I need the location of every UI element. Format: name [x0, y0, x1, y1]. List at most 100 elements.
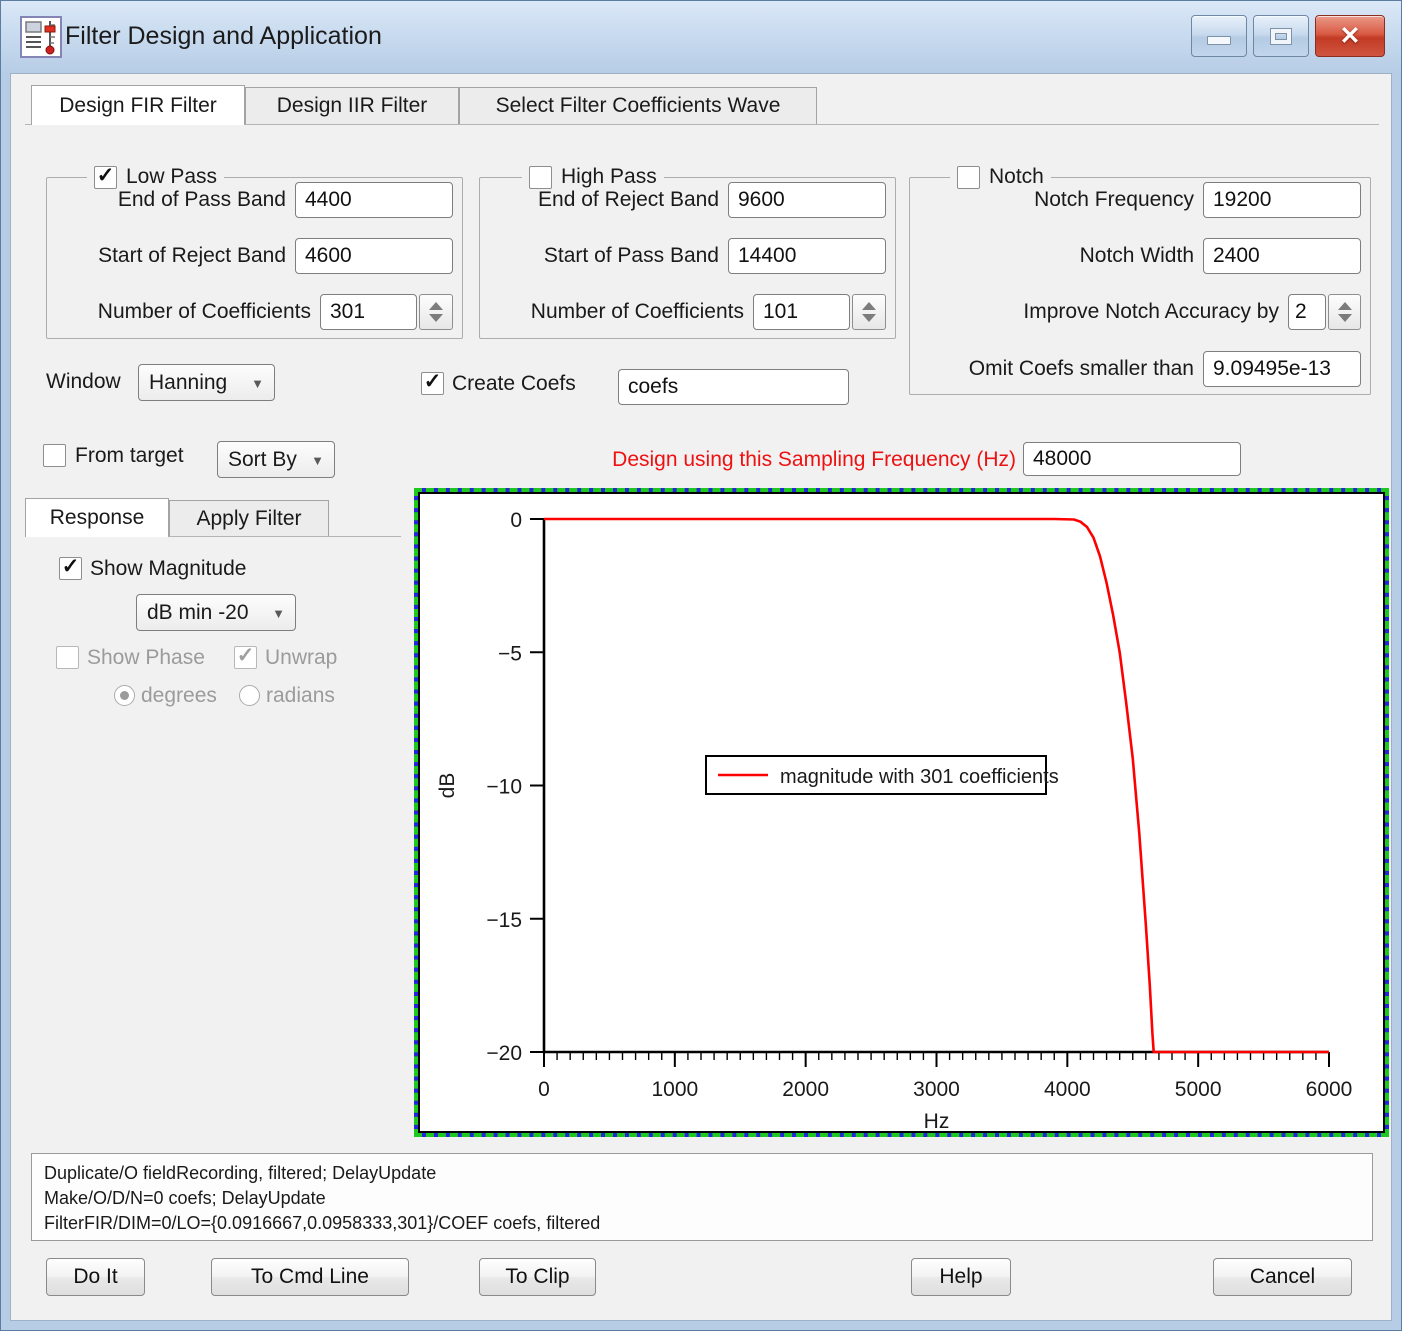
- minimize-button[interactable]: [1191, 15, 1247, 57]
- notch-accuracy-input[interactable]: [1288, 294, 1326, 330]
- hp-num-coefficients-spinner[interactable]: [852, 294, 886, 330]
- button-label: Help: [939, 1265, 982, 1289]
- dialog-window: Filter Design and Application ✕ Design F…: [0, 0, 1402, 1331]
- spin-up-icon[interactable]: [429, 302, 443, 310]
- notch-frequency-input[interactable]: [1203, 182, 1361, 218]
- end-of-reject-band-input[interactable]: [728, 182, 886, 218]
- from-target-checkbox[interactable]: [43, 444, 66, 467]
- window-title: Filter Design and Application: [65, 22, 382, 51]
- svg-text:−10: −10: [486, 776, 522, 799]
- radians-radio[interactable]: [239, 685, 260, 706]
- command-line: Duplicate/O fieldRecording, filtered; De…: [44, 1161, 1360, 1186]
- svg-text:0: 0: [510, 509, 522, 532]
- maximize-button[interactable]: [1253, 15, 1309, 57]
- start-of-pass-band-input[interactable]: [728, 238, 886, 274]
- spin-down-icon[interactable]: [429, 314, 443, 322]
- tab-label: Design IIR Filter: [277, 94, 428, 118]
- command-line: FilterFIR/DIM=0/LO={0.0916667,0.0958333,…: [44, 1211, 1360, 1236]
- tab-design-iir-filter[interactable]: Design IIR Filter: [245, 87, 459, 124]
- spin-down-icon[interactable]: [1338, 314, 1352, 322]
- window-dropdown-value: Hanning: [149, 371, 227, 395]
- field-label: Number of Coefficients: [489, 300, 744, 324]
- tab-label: Apply Filter: [196, 507, 301, 531]
- field-label: Notch Width: [919, 244, 1194, 268]
- button-label: Do It: [73, 1265, 117, 1289]
- lp-num-coefficients-input[interactable]: [320, 294, 417, 330]
- svg-text:Hz: Hz: [924, 1110, 950, 1131]
- tab-apply-filter[interactable]: Apply Filter: [169, 500, 329, 536]
- tab-select-filter-coefficients-wave[interactable]: Select Filter Coefficients Wave: [459, 87, 817, 124]
- field-label: End of Reject Band: [489, 188, 719, 212]
- notch-accuracy-spinner[interactable]: [1328, 294, 1361, 330]
- do-it-button[interactable]: Do It: [46, 1258, 145, 1296]
- svg-text:1000: 1000: [651, 1078, 698, 1101]
- chevron-down-icon: ▼: [272, 606, 285, 621]
- chart-frame: 01000200030004000500060000−5−10−15−20Hzd…: [418, 492, 1385, 1133]
- unwrap-checkbox[interactable]: ✓: [234, 646, 257, 669]
- window-dropdown[interactable]: Hanning ▼: [138, 364, 275, 401]
- close-icon: ✕: [1340, 24, 1361, 49]
- field-label: Start of Reject Band: [56, 244, 286, 268]
- field-label: End of Pass Band: [56, 188, 286, 212]
- app-icon: [20, 16, 62, 58]
- sampling-frequency-label: Design using this Sampling Frequency (Hz…: [561, 448, 1016, 472]
- button-label: Cancel: [1250, 1265, 1315, 1289]
- tab-design-fir-filter[interactable]: Design FIR Filter: [31, 85, 245, 125]
- to-cmd-line-button[interactable]: To Cmd Line: [211, 1258, 409, 1296]
- db-min-value: dB min -20: [147, 601, 249, 625]
- svg-text:−15: −15: [486, 909, 522, 932]
- omit-coefs-input[interactable]: [1203, 351, 1361, 387]
- form-row: End of Pass Band: [56, 182, 453, 218]
- end-of-pass-band-input[interactable]: [295, 182, 453, 218]
- sort-by-dropdown[interactable]: Sort By ▼: [217, 441, 335, 478]
- db-min-dropdown[interactable]: dB min -20 ▼: [136, 594, 296, 631]
- button-label: To Clip: [505, 1265, 569, 1289]
- close-button[interactable]: ✕: [1315, 15, 1385, 57]
- command-preview-box[interactable]: Duplicate/O fieldRecording, filtered; De…: [31, 1153, 1373, 1241]
- svg-text:magnitude with 301 coefficient: magnitude with 301 coefficients: [780, 766, 1059, 788]
- sampling-frequency-input[interactable]: [1023, 442, 1241, 476]
- response-chart-svg[interactable]: 01000200030004000500060000−5−10−15−20Hzd…: [420, 494, 1383, 1131]
- degrees-radio[interactable]: [114, 685, 135, 706]
- check-icon: ✓: [237, 643, 255, 668]
- coefs-wave-input[interactable]: [618, 369, 849, 405]
- check-icon: ✓: [62, 554, 80, 579]
- form-row: Notch Frequency: [919, 182, 1361, 218]
- notch-width-input[interactable]: [1203, 238, 1361, 274]
- hp-num-coefficients-input[interactable]: [753, 294, 850, 330]
- sort-by-label: Sort By: [228, 448, 297, 472]
- spin-down-icon[interactable]: [862, 314, 876, 322]
- form-row: Number of Coefficients: [489, 294, 886, 330]
- unwrap-label: Unwrap: [265, 646, 337, 670]
- show-magnitude-label: Show Magnitude: [90, 557, 246, 581]
- form-row: End of Reject Band: [489, 182, 886, 218]
- help-button[interactable]: Help: [911, 1258, 1011, 1296]
- spin-up-icon[interactable]: [862, 302, 876, 310]
- form-row: Number of Coefficients: [56, 294, 453, 330]
- svg-text:4000: 4000: [1044, 1078, 1091, 1101]
- svg-text:0: 0: [538, 1078, 550, 1101]
- show-magnitude-checkbox[interactable]: ✓: [59, 557, 82, 580]
- svg-text:2000: 2000: [782, 1078, 829, 1101]
- spin-up-icon[interactable]: [1338, 302, 1352, 310]
- degrees-label: degrees: [141, 684, 217, 708]
- to-clip-button[interactable]: To Clip: [479, 1258, 596, 1296]
- cancel-button[interactable]: Cancel: [1213, 1258, 1352, 1296]
- field-label: Start of Pass Band: [489, 244, 719, 268]
- response-chart[interactable]: 01000200030004000500060000−5−10−15−20Hzd…: [414, 488, 1389, 1137]
- create-coefs-checkbox[interactable]: ✓: [421, 372, 444, 395]
- check-icon: ✓: [424, 369, 442, 394]
- field-label: Omit Coefs smaller than: [919, 357, 1194, 381]
- chevron-down-icon: ▼: [311, 453, 324, 468]
- form-row: Omit Coefs smaller than: [919, 351, 1361, 387]
- tab-label: Response: [50, 506, 145, 530]
- form-row: Start of Reject Band: [56, 238, 453, 274]
- field-label: Improve Notch Accuracy by: [919, 300, 1279, 324]
- lp-num-coefficients-spinner[interactable]: [419, 294, 453, 330]
- field-label: Notch Frequency: [919, 188, 1194, 212]
- show-phase-checkbox[interactable]: [56, 646, 79, 669]
- chevron-down-icon: ▼: [251, 376, 264, 391]
- start-of-reject-band-input[interactable]: [295, 238, 453, 274]
- form-row: Notch Width: [919, 238, 1361, 274]
- tab-response[interactable]: Response: [25, 498, 169, 537]
